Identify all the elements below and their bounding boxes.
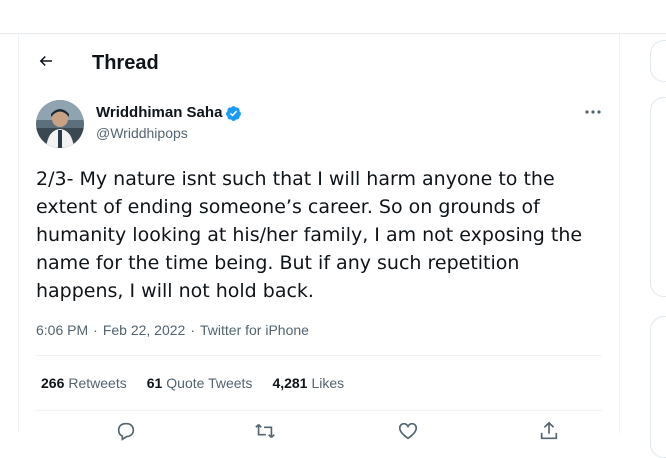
- sidebar-card-edge: [650, 97, 666, 297]
- heart-icon: [398, 422, 418, 440]
- divider: [36, 355, 602, 356]
- tweet-meta: 6:06 PM · Feb 22, 2022 · Twitter for iPh…: [36, 321, 309, 339]
- reply-button[interactable]: [112, 420, 140, 441]
- meta-separator: ·: [93, 322, 98, 338]
- quote-tweets-label: Quote Tweets: [166, 375, 253, 391]
- browser-top-bar: [0, 0, 666, 34]
- likes-label: Likes: [311, 375, 345, 391]
- avatar[interactable]: [36, 100, 84, 148]
- tweet-text: 2/3- My nature isnt such that I will har…: [36, 168, 583, 302]
- divider-2: [36, 410, 602, 411]
- thread-column: Thread Wriddhiman Saha @Wriddhipops 2/3-…: [18, 34, 620, 441]
- retweets-stat[interactable]: 266 Retweets: [41, 374, 127, 392]
- like-button[interactable]: [394, 420, 422, 440]
- tweet-source[interactable]: Twitter for iPhone: [200, 321, 309, 339]
- more-button[interactable]: [579, 100, 607, 124]
- sidebar-search-edge: [650, 40, 666, 82]
- author-display-name: Wriddhiman Saha: [96, 104, 223, 121]
- retweet-button[interactable]: [251, 420, 279, 440]
- author-handle[interactable]: @Wriddhipops: [96, 124, 188, 142]
- page-title: Thread: [92, 52, 159, 74]
- share-icon: [540, 421, 558, 440]
- thread-header: Thread: [19, 34, 619, 90]
- share-button[interactable]: [535, 420, 563, 440]
- tweet-stats: 266 Retweets 61 Quote Tweets 4,281 Likes: [41, 374, 364, 392]
- quote-tweets-stat[interactable]: 61 Quote Tweets: [147, 374, 253, 392]
- more-horizontal-icon: [585, 110, 601, 114]
- arrow-left-icon: [39, 55, 52, 67]
- author-name[interactable]: Wriddhiman Saha: [96, 104, 242, 122]
- verified-badge-icon: [225, 105, 242, 122]
- tweet-actions: [36, 420, 602, 441]
- tweet-date[interactable]: Feb 22, 2022: [103, 321, 186, 339]
- likes-stat[interactable]: 4,281 Likes: [272, 374, 344, 392]
- retweet-icon: [255, 423, 275, 439]
- avatar-photo: [36, 100, 84, 148]
- retweets-label: Retweets: [68, 375, 127, 391]
- sidebar-card-edge-2: [650, 316, 666, 458]
- retweets-count: 266: [41, 375, 65, 391]
- quote-tweets-count: 61: [146, 375, 163, 391]
- likes-count: 4,281: [272, 375, 308, 391]
- meta-separator-2: ·: [190, 322, 195, 338]
- reply-icon: [117, 422, 135, 441]
- back-button[interactable]: [31, 46, 61, 76]
- tweet-time[interactable]: 6:06 PM: [36, 321, 88, 339]
